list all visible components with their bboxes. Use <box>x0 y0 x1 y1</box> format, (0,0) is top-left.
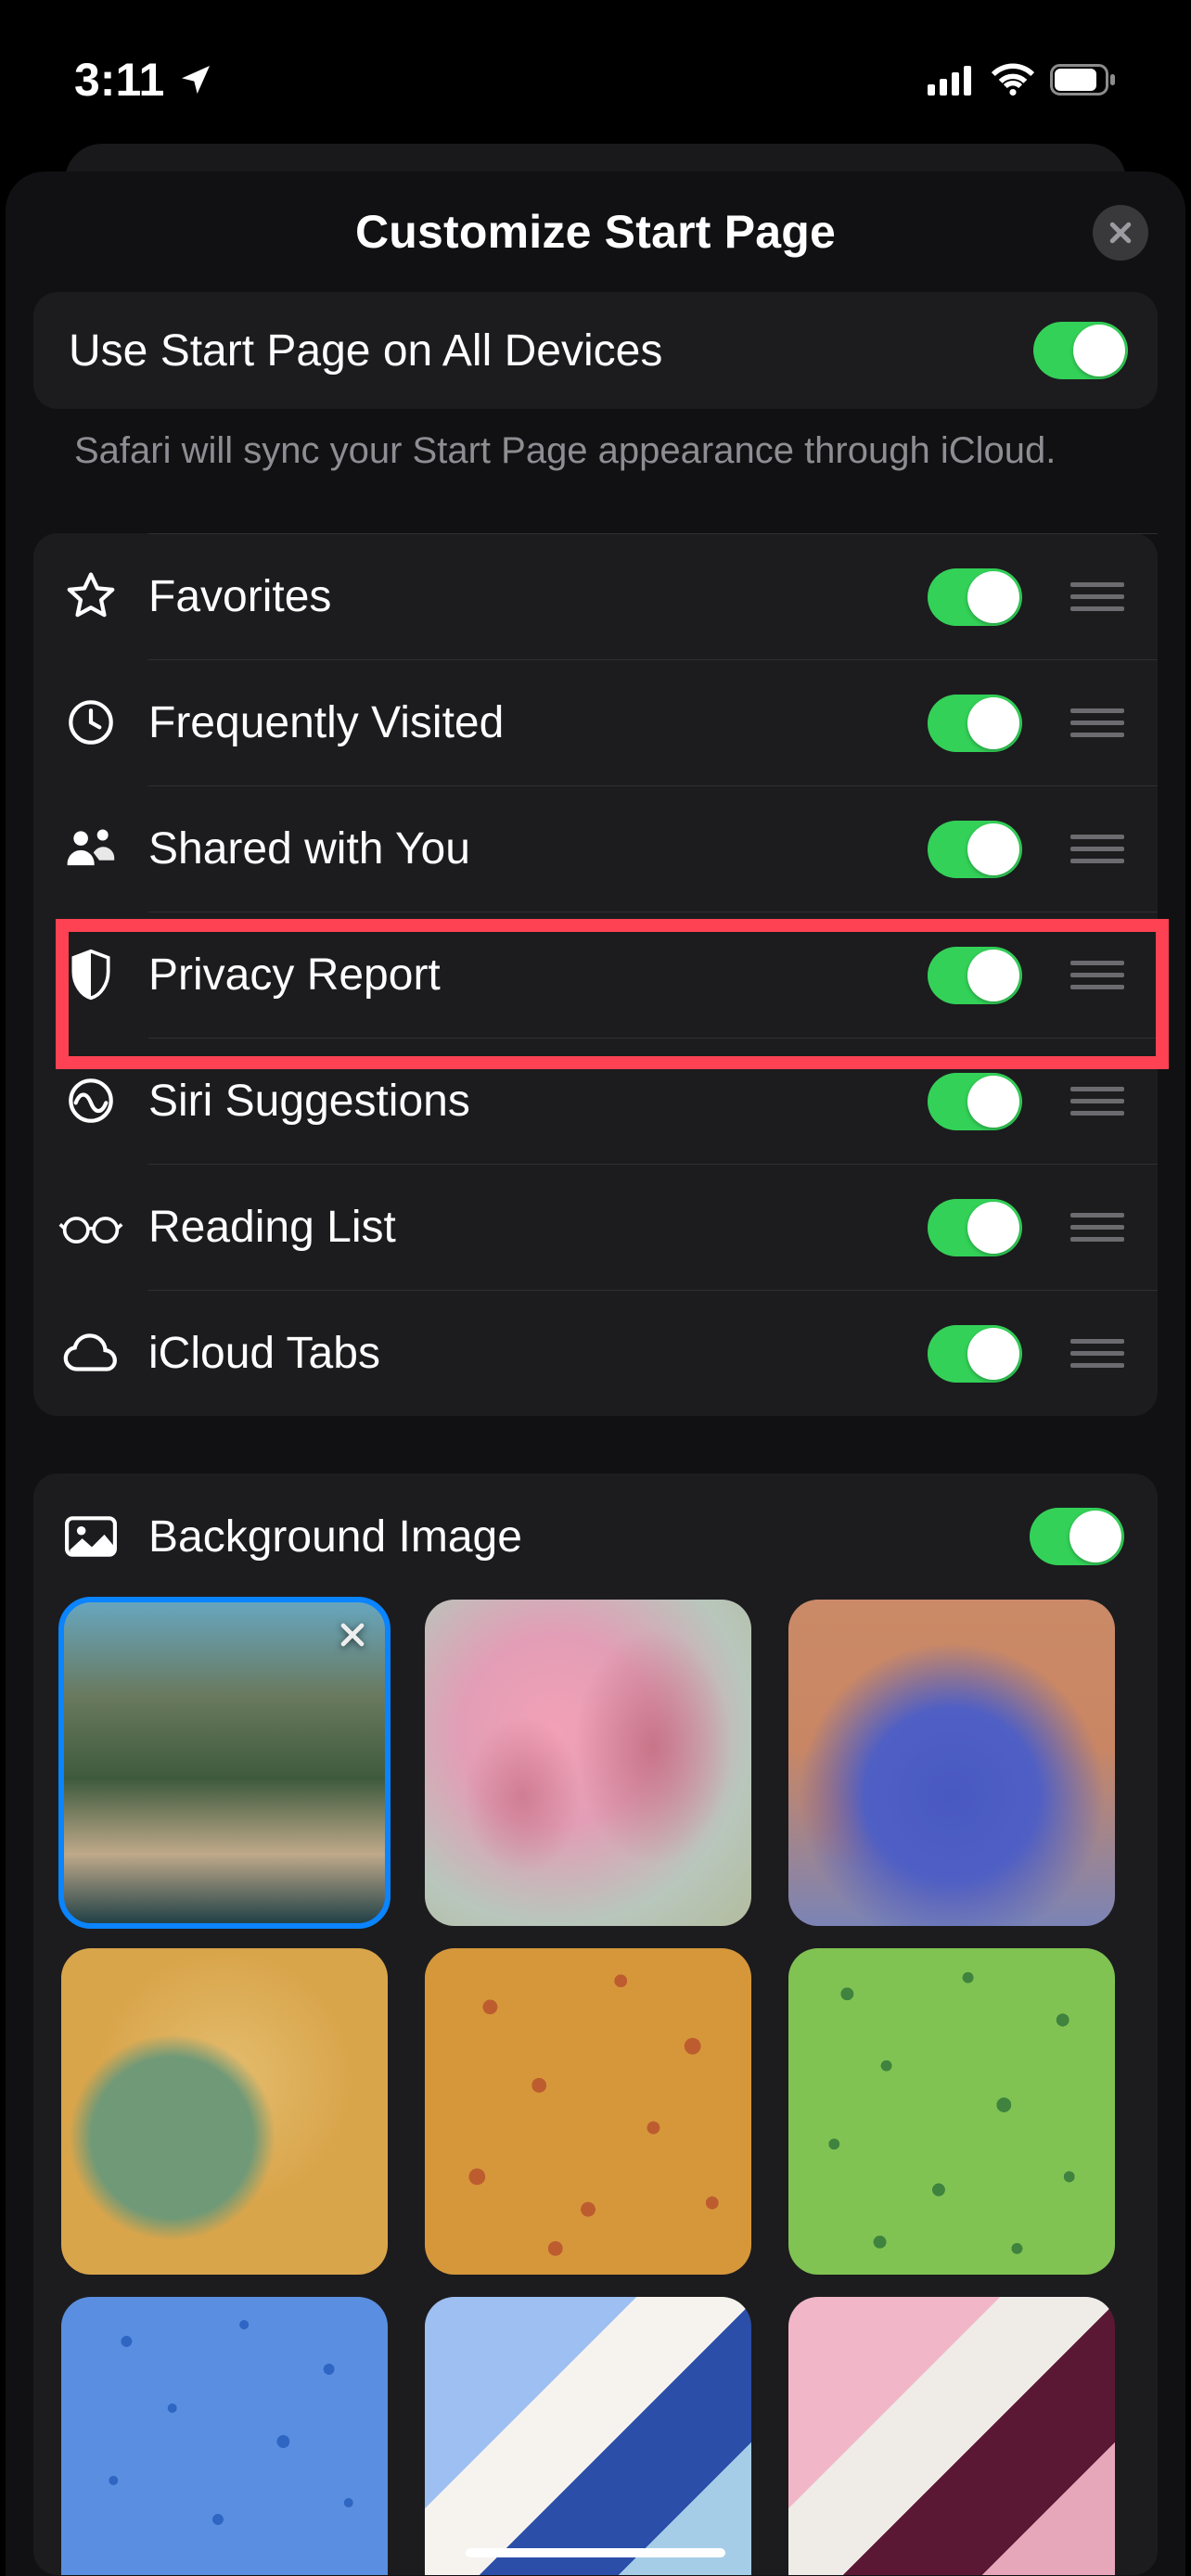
sheet-title: Customize Start Page <box>355 205 836 259</box>
section-label: Frequently Visited <box>148 697 902 748</box>
background-thumbnail-3[interactable] <box>788 1600 1115 1926</box>
cloud-icon <box>33 1331 148 1375</box>
section-label: Reading List <box>148 1202 902 1253</box>
status-bar: 3:11 <box>0 0 1191 130</box>
background-thumbnail-5[interactable] <box>425 1948 751 2275</box>
shared-with-you-toggle[interactable] <box>928 821 1022 878</box>
reading-list-toggle[interactable] <box>928 1199 1022 1256</box>
clock-icon <box>33 696 148 748</box>
reorder-handle[interactable] <box>1070 835 1124 863</box>
battery-icon <box>1050 64 1117 96</box>
icloud-tabs-toggle[interactable] <box>928 1325 1022 1383</box>
frequently-visited-toggle[interactable] <box>928 695 1022 752</box>
favorites-toggle[interactable] <box>928 568 1022 626</box>
sync-description: Safari will sync your Start Page appeara… <box>33 409 1158 476</box>
background-thumbnail-9[interactable] <box>788 2297 1115 2575</box>
status-time: 3:11 <box>74 53 164 107</box>
background-thumbnail-7[interactable] <box>61 2297 388 2575</box>
siri-suggestions-toggle[interactable] <box>928 1073 1022 1130</box>
shield-icon <box>33 948 148 1001</box>
star-icon <box>33 568 148 624</box>
sync-toggle-row: Use Start Page on All Devices <box>33 292 1158 409</box>
customize-start-page-sheet: Customize Start Page Use Start Page on A… <box>6 172 1185 2576</box>
reorder-handle[interactable] <box>1070 708 1124 737</box>
background-image-card: Background Image <box>33 1473 1158 2575</box>
sync-label: Use Start Page on All Devices <box>69 325 662 376</box>
section-row-privacy-report: Privacy Report <box>33 912 1158 1038</box>
section-row-siri-suggestions: Siri Suggestions <box>33 1038 1158 1164</box>
glasses-icon <box>33 1208 148 1245</box>
status-left: 3:11 <box>74 53 214 107</box>
background-image-header: Background Image <box>33 1473 1158 1600</box>
section-row-favorites: Favorites <box>33 533 1158 659</box>
people-icon <box>33 826 148 871</box>
section-row-frequently-visited: Frequently Visited <box>33 659 1158 785</box>
sheet-content: Use Start Page on All Devices Safari wil… <box>6 292 1185 2575</box>
privacy-report-toggle[interactable] <box>928 947 1022 1004</box>
background-image-toggle[interactable] <box>1030 1508 1124 1565</box>
background-image-grid <box>33 1600 1158 2575</box>
reorder-handle[interactable] <box>1070 961 1124 989</box>
background-thumbnail-8[interactable] <box>425 2297 751 2575</box>
status-right <box>928 63 1117 96</box>
reorder-handle[interactable] <box>1070 582 1124 611</box>
background-thumbnail-2[interactable] <box>425 1600 751 1926</box>
section-row-reading-list: Reading List <box>33 1164 1158 1290</box>
section-label: Privacy Report <box>148 950 902 1001</box>
section-label: iCloud Tabs <box>148 1328 902 1379</box>
location-icon <box>177 61 214 98</box>
section-label: Shared with You <box>148 823 902 874</box>
image-icon <box>33 1514 148 1559</box>
sections-list: Favorites Frequently Visited <box>33 533 1158 1416</box>
sync-toggle[interactable] <box>1033 322 1128 379</box>
section-label: Siri Suggestions <box>148 1076 902 1127</box>
reorder-handle[interactable] <box>1070 1339 1124 1368</box>
background-image-label: Background Image <box>148 1511 1030 1562</box>
section-row-shared-with-you: Shared with You <box>33 785 1158 912</box>
background-thumbnail-6[interactable] <box>788 1948 1115 2275</box>
reorder-handle[interactable] <box>1070 1213 1124 1242</box>
close-button[interactable] <box>1093 205 1148 261</box>
siri-icon <box>33 1075 148 1127</box>
background-thumbnail-1[interactable] <box>61 1600 388 1926</box>
section-label: Favorites <box>148 571 902 622</box>
reorder-handle[interactable] <box>1070 1087 1124 1116</box>
section-row-icloud-tabs: iCloud Tabs <box>33 1290 1158 1416</box>
close-icon <box>1107 219 1134 247</box>
background-thumbnail-4[interactable] <box>61 1948 388 2275</box>
remove-background-button[interactable] <box>330 1613 375 1657</box>
sheet-header: Customize Start Page <box>6 172 1185 292</box>
wifi-icon <box>991 63 1035 96</box>
cellular-icon <box>928 64 976 96</box>
home-indicator[interactable] <box>466 2548 725 2557</box>
